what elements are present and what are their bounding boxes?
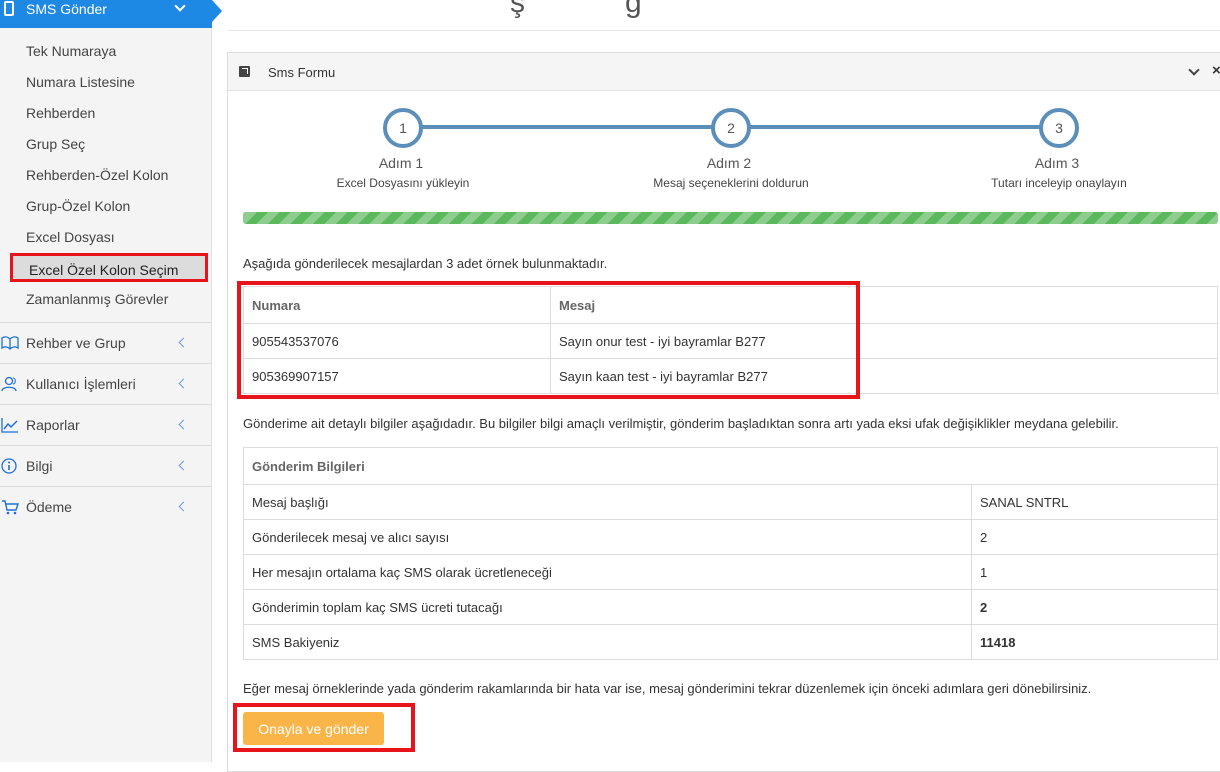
sidebar-item-rehber-ve-grup[interactable]: Rehber ve Grup xyxy=(0,322,212,363)
sidebar-item-label: Ödeme xyxy=(26,499,72,515)
sidebar-subitem-tek-numaraya[interactable]: Tek Numaraya xyxy=(26,43,116,59)
wizard-step-2-subtitle: Mesaj seçeneklerini doldurun xyxy=(653,176,809,190)
chevron-left-icon xyxy=(178,337,189,348)
sidebar-item-label: Kullanıcı İşlemleri xyxy=(26,376,136,392)
table-row: Her mesajın ortalama kaç SMS olarak ücre… xyxy=(243,554,1218,590)
sidebar-subitem-numara-listesine[interactable]: Numara Listesine xyxy=(26,74,135,90)
close-icon[interactable]: × xyxy=(1212,62,1220,79)
panel-title: Sms Formu xyxy=(268,65,336,80)
sidebar-item-label: Rehber ve Grup xyxy=(26,335,126,351)
cell-value: 2 xyxy=(971,519,1218,555)
wizard-connector xyxy=(748,125,1044,129)
wizard-step-2-title: Adım 2 xyxy=(706,155,752,171)
divider xyxy=(228,30,1220,31)
cell-label: Her mesajın ortalama kaç SMS olarak ücre… xyxy=(243,554,972,590)
sidebar: SMS Gönder Tek Numaraya Numara Listesine… xyxy=(0,0,222,762)
chevron-left-icon xyxy=(178,378,189,389)
cell-value: 1 xyxy=(971,554,1218,590)
chevron-left-icon xyxy=(178,419,189,430)
cell-label: Mesaj başlığı xyxy=(243,484,972,520)
wizard-step-3-title: Adım 3 xyxy=(1034,155,1080,171)
sidebar-subitem-grup-sec[interactable]: Grup Seç xyxy=(26,136,85,152)
table-header: Gönderim Bilgileri xyxy=(243,447,1218,485)
sidebar-item-label: SMS Gönder xyxy=(26,1,107,17)
sidebar-item-label: Raporlar xyxy=(26,417,80,433)
footer-note: Eğer mesaj örneklerinde yada gönderim ra… xyxy=(243,681,1092,696)
cart-icon xyxy=(1,499,19,515)
info-icon xyxy=(1,458,19,474)
highlight-box xyxy=(233,703,415,752)
samples-intro: Aşağıda gönderilecek mesajlardan 3 adet … xyxy=(243,256,608,271)
cell-value: 2 xyxy=(971,589,1218,625)
users-icon xyxy=(1,376,19,392)
sidebar-item-sms-gonder[interactable]: SMS Gönder xyxy=(0,0,222,28)
cell-label: Gönderilecek mesaj ve alıcı sayısı xyxy=(243,519,972,555)
sidebar-subitem-excel-dosyasi[interactable]: Excel Dosyası xyxy=(26,229,115,245)
book-icon xyxy=(1,335,19,351)
sidebar-subitem-grup-ozel-kolon[interactable]: Grup-Özel Kolon xyxy=(26,198,130,214)
wizard-step-1-subtitle: Excel Dosyasını yükleyin xyxy=(336,176,470,190)
highlight-box xyxy=(237,281,860,399)
sidebar-item-raporlar[interactable]: Raporlar xyxy=(0,404,212,445)
cell-label: SMS Bakiyeniz xyxy=(243,624,972,660)
wizard-step-1-title: Adım 1 xyxy=(378,155,424,171)
sidebar-subitem-zamanlanmis-gorevler[interactable]: Zamanlanmış Görevler xyxy=(26,291,168,307)
collapse-icon[interactable] xyxy=(1188,64,1200,76)
wizard-step-3-circle[interactable]: 3 xyxy=(1039,108,1079,148)
sidebar-item-bilgi[interactable]: Bilgi xyxy=(0,445,212,486)
active-pointer xyxy=(212,0,222,22)
details-intro: Gönderime ait detaylı bilgiler aşağıdadı… xyxy=(243,416,1119,431)
sidebar-subitem-rehberden-ozel-kolon[interactable]: Rehberden-Özel Kolon xyxy=(26,167,168,183)
table-row: Gönderimin toplam kaç SMS ücreti tutacağ… xyxy=(243,589,1218,625)
sidebar-item-kullanici-islemleri[interactable]: Kullanıcı İşlemleri xyxy=(0,363,212,404)
sidebar-subitem-excel-ozel-kolon-secim[interactable]: Excel Özel Kolon Seçim xyxy=(10,253,208,282)
progress-bar xyxy=(243,212,1218,224)
sidebar-item-label: Bilgi xyxy=(26,458,53,474)
wizard-step-3-subtitle: Tutarı inceleyip onaylayın xyxy=(991,176,1127,190)
sidebar-subitem-rehberden[interactable]: Rehberden xyxy=(26,105,95,121)
chevron-left-icon xyxy=(178,501,189,512)
sidebar-item-odeme[interactable]: Ödeme xyxy=(0,486,212,527)
wizard-step-2-circle[interactable]: 2 xyxy=(711,108,751,148)
wizard-step-1-circle[interactable]: 1 xyxy=(383,108,423,148)
chevron-left-icon xyxy=(178,460,189,471)
wizard-connector xyxy=(420,125,716,129)
phone-icon xyxy=(4,1,14,16)
cell-label: Gönderimin toplam kaç SMS ücreti tutacağ… xyxy=(243,589,972,625)
sending-info-table: Gönderim Bilgileri Mesaj başlığı SANAL S… xyxy=(243,447,1218,660)
cell-value: SANAL SNTRL xyxy=(971,484,1218,520)
chart-icon xyxy=(1,417,19,433)
cell-value: 11418 xyxy=(971,624,1218,660)
table-row: Mesaj başlığı SANAL SNTRL xyxy=(243,484,1218,520)
table-row: SMS Bakiyeniz 11418 xyxy=(243,624,1218,660)
table-row: Gönderilecek mesaj ve alıcı sayısı 2 xyxy=(243,519,1218,555)
external-link-icon[interactable] xyxy=(239,66,250,77)
page-title: ş g xyxy=(510,0,642,19)
panel-header: Sms Formu × xyxy=(228,53,1220,91)
chevron-down-icon xyxy=(174,0,186,12)
